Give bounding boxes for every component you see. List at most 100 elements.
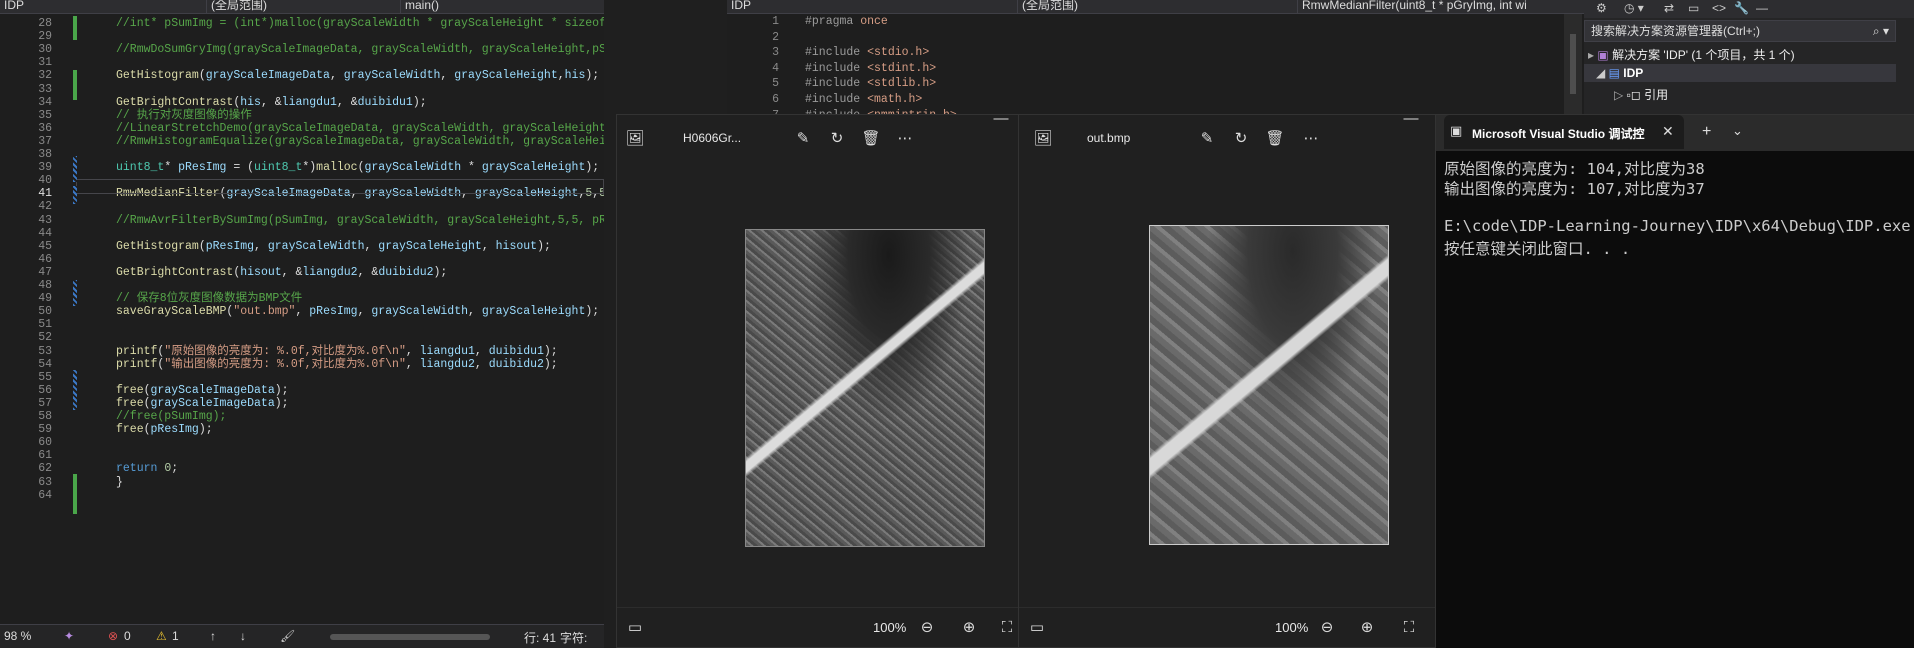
image-icon: 🖼	[625, 130, 645, 147]
code-text: #pragma once	[805, 15, 888, 28]
photo-footer: ▭ 100% ⊖ ⊕ ⛶	[1019, 607, 1435, 647]
debug-console-window[interactable]: ▣ Microsoft Visual Studio 调试控 ✕ + ⌄ 原始图像…	[1436, 114, 1914, 648]
references-node[interactable]: ▷ ▫◻ 引用	[1614, 86, 1668, 103]
code-line[interactable]: 4 #include <stdint.h>	[727, 61, 1584, 77]
zoom-out-icon[interactable]: ⊖	[1317, 618, 1337, 638]
project-dropdown[interactable]: IDP	[727, 0, 1017, 13]
line-number: 6	[772, 93, 779, 106]
photo-footer: ▭ 100% ⊖ ⊕ ⛶	[617, 607, 1018, 647]
console-line: E:\code\IDP-Learning-Journey\IDP\x64\Deb…	[1444, 217, 1914, 235]
photo-viewer-window-2[interactable]: 🖼 out.bmp ✎ ↻ 🗑 ⋯ — ▭ 100% ⊖ ⊕ ⛶	[1018, 110, 1436, 648]
console-tab-title: Microsoft Visual Studio 调试控	[1472, 127, 1645, 141]
minimize-icon[interactable]: —	[991, 109, 1011, 129]
zoom-out-icon[interactable]: ⊖	[917, 618, 937, 638]
code-text: #include <stdint.h>	[805, 61, 937, 75]
current-line-highlight	[76, 179, 604, 194]
collapse-icon[interactable]: ▭	[1688, 1, 1699, 15]
settings-icon[interactable]: ⚙	[1596, 1, 1607, 15]
code-line[interactable]: 64	[0, 488, 604, 504]
code-line[interactable]: 6 #include <math.h>	[727, 92, 1584, 108]
rotate-icon[interactable]: ↻	[827, 129, 847, 149]
minimize-icon[interactable]: —	[1401, 109, 1421, 129]
chevron-down-icon[interactable]: ⌄	[1732, 123, 1743, 139]
scope-dropdown[interactable]: (全局范围)	[1017, 0, 1297, 13]
console-line: 输出图像的亮度为: 107,对比度为37	[1444, 180, 1705, 198]
brush-icon[interactable]: 🖌	[280, 629, 295, 643]
solex-search-input[interactable]: 搜索解决方案资源管理器(Ctrl+;) ⌕ ▾	[1584, 20, 1896, 42]
solution-explorer: ⚙ ◷ ▾ ⇄ ▭ <> 🔧 — 搜索解决方案资源管理器(Ctrl+;) ⌕ ▾…	[1584, 0, 1914, 114]
solution-icon: ▣	[1597, 48, 1609, 62]
change-indicator	[73, 474, 77, 514]
col-indicator: 字符: 74	[560, 631, 588, 648]
project-dropdown[interactable]: IDP	[0, 0, 200, 13]
horizontal-scrollbar[interactable]	[330, 634, 490, 640]
change-indicator	[73, 280, 77, 306]
zoom-in-icon[interactable]: ⊕	[1357, 618, 1377, 638]
console-line: 按任意键关闭此窗口. . .	[1444, 240, 1631, 258]
solex-toolbar: ⚙ ◷ ▾ ⇄ ▭ <> 🔧 —	[1584, 0, 1914, 18]
vertical-scrollbar[interactable]	[1564, 14, 1582, 114]
sync-icon[interactable]: ⇄	[1664, 1, 1674, 15]
search-icon[interactable]: ⌕ ▾	[1873, 21, 1889, 41]
zoom-level: 100%	[1275, 620, 1309, 635]
expand-icon[interactable]: ▷	[1614, 88, 1623, 102]
fit-icon[interactable]: ⛶	[1399, 618, 1419, 638]
change-indicator	[73, 370, 77, 410]
change-indicator	[73, 16, 77, 40]
solution-node[interactable]: ▸ ▣ 解决方案 'IDP' (1 个项目，共 1 个)	[1588, 46, 1795, 63]
left-editor-navbar: IDP (全局范围) main()	[0, 0, 604, 14]
scope-dropdown[interactable]: (全局范围)	[206, 0, 396, 13]
code-line[interactable]: 5 #include <stdlib.h>	[727, 76, 1584, 92]
zoom-in-icon[interactable]: ⊕	[959, 618, 979, 638]
fit-icon[interactable]: ⛶	[997, 618, 1017, 638]
collapse-arrow-icon[interactable]: ◢	[1596, 66, 1605, 80]
zoom-level[interactable]: 98 %	[4, 629, 31, 643]
row-indicator: 行: 41	[524, 631, 557, 645]
line-number: 64	[38, 488, 52, 502]
photo-viewer-window-1[interactable]: 🖼 H0606Gr... ✎ ↻ 🗑 ⋯ — ▭ 100% ⊖ ⊕ ⛶	[616, 110, 1019, 648]
close-icon[interactable]: ✕	[1662, 123, 1674, 140]
console-icon: ▣	[1450, 123, 1463, 138]
history-icon[interactable]: ◷ ▾	[1624, 1, 1644, 15]
line-number: 3	[772, 46, 779, 60]
code-text: #include <math.h>	[805, 93, 923, 106]
warning-icon[interactable]: ⚠	[156, 629, 167, 643]
code-text: #include <stdlib.h>	[805, 77, 937, 91]
nav-down-icon[interactable]: ↓	[240, 629, 246, 643]
console-tab[interactable]: ▣ Microsoft Visual Studio 调试控 ✕	[1444, 115, 1684, 149]
function-dropdown[interactable]: main()	[400, 0, 604, 13]
film-strip-icon[interactable]: ▭	[625, 618, 645, 638]
warning-count: 1	[172, 629, 179, 643]
line-number: 1	[772, 15, 779, 28]
right-editor-navbar: IDP (全局范围) RmwMedianFilter(uint8_t * pGr…	[727, 0, 1584, 14]
more-icon[interactable]: ⋯	[895, 129, 915, 149]
line-number: 4	[772, 61, 779, 75]
project-node[interactable]: ◢ ▤ IDP	[1584, 64, 1896, 82]
edit-icon[interactable]: ✎	[1197, 129, 1217, 149]
error-icon[interactable]: ⊗	[108, 629, 118, 643]
delete-icon[interactable]: 🗑	[861, 129, 881, 149]
line-number: 5	[772, 77, 779, 91]
left-code-editor[interactable]: IDP (全局范围) main() 28//int* pSumImg = (in…	[0, 0, 604, 648]
edit-icon[interactable]: ✎	[793, 129, 813, 149]
code-icon[interactable]: <>	[1712, 1, 1726, 15]
expand-icon[interactable]: ▸	[1588, 48, 1594, 62]
nav-up-icon[interactable]: ↑	[210, 629, 216, 643]
code-text: #include <stdio.h>	[805, 46, 930, 60]
plus-icon[interactable]: +	[1702, 123, 1711, 141]
error-count: 0	[124, 629, 131, 643]
delete-icon[interactable]: 🗑	[1265, 129, 1285, 149]
project-icon: ▤	[1608, 66, 1620, 80]
rotate-icon[interactable]: ↻	[1231, 129, 1251, 149]
code-line[interactable]: 3 #include <stdio.h>	[727, 45, 1584, 61]
more-icon[interactable]: ⋯	[1301, 129, 1321, 149]
code-line[interactable]: 1 #pragma once	[727, 14, 1584, 30]
zoom-level: 100%	[873, 620, 907, 635]
code-line[interactable]: 2	[727, 30, 1584, 46]
film-strip-icon[interactable]: ▭	[1027, 618, 1047, 638]
photo-title: out.bmp	[1087, 131, 1131, 145]
function-dropdown[interactable]: RmwMedianFilter(uint8_t * pGryImg, int w…	[1297, 0, 1577, 13]
copilot-icon[interactable]: ✦	[64, 629, 74, 643]
pin-icon[interactable]: —	[1756, 1, 1768, 15]
wrench-icon[interactable]: 🔧	[1734, 1, 1749, 15]
